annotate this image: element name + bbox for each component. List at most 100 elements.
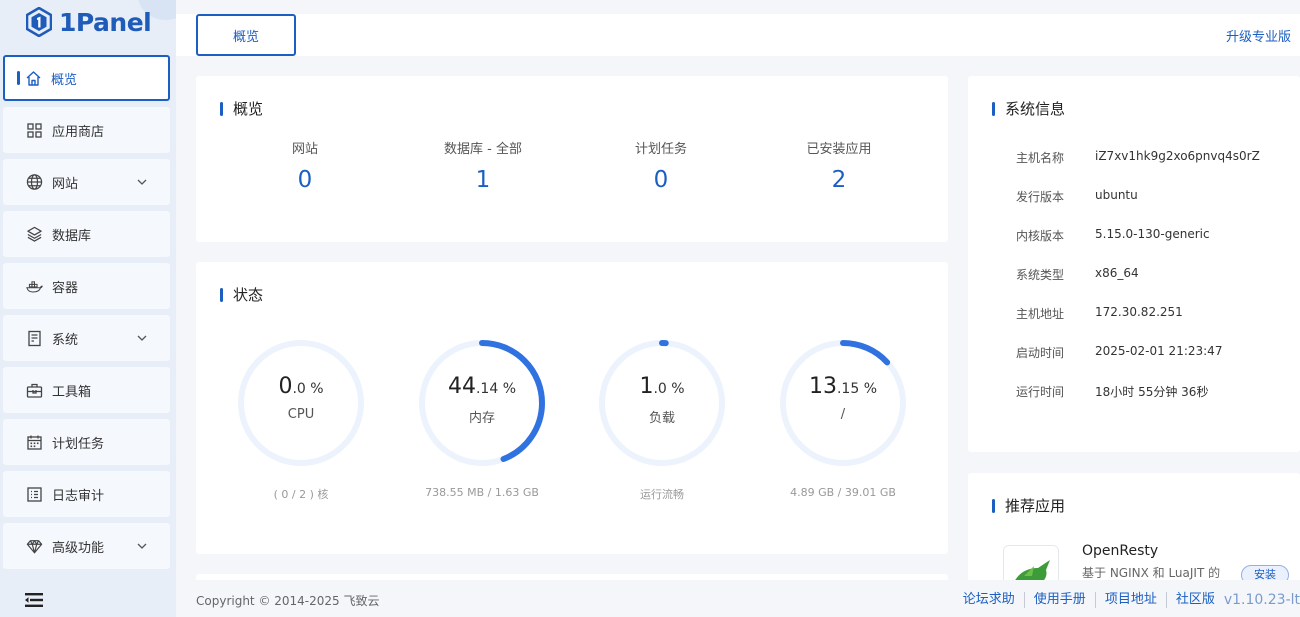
active-indicator	[17, 71, 20, 85]
recommend-title: 推荐应用	[992, 495, 1065, 516]
status-title: 状态	[220, 284, 263, 305]
docker-icon	[26, 278, 43, 295]
info-key: 发行版本	[1016, 190, 1065, 204]
stat-label: 网站	[291, 142, 318, 157]
info-row-kernel: 内核版本 5.15.0-130-generic	[1016, 227, 1210, 244]
gauge-value: 0.0 %	[278, 374, 324, 399]
sidebar-item-cron[interactable]: 计划任务	[3, 419, 170, 465]
logo-icon	[26, 7, 52, 37]
card-title-text: 系统信息	[1005, 100, 1066, 118]
footer: Copyright © 2014-2025 飞致云 论坛求助 使用手册 项目地址…	[176, 580, 1300, 617]
info-key: 主机名称	[1016, 151, 1065, 165]
sidebar-item-toolbox[interactable]: 工具箱	[3, 367, 170, 413]
sidebar-item-label: 数据库	[52, 228, 92, 244]
stat-value: 0	[297, 167, 313, 193]
info-value: x86_64	[1095, 266, 1139, 280]
info-value: 172.30.82.251	[1095, 305, 1183, 319]
card-title-text: 概览	[233, 100, 264, 118]
layers-icon	[26, 226, 43, 243]
info-value: 2025-02-01 21:23:47	[1095, 344, 1223, 358]
overview-title: 概览	[220, 98, 263, 119]
upgrade-pro-link[interactable]: 升级专业版	[1226, 26, 1291, 45]
top-bar: 概览 升级专业版	[176, 14, 1300, 56]
info-key: 运行时间	[1016, 385, 1065, 399]
gauge-name: /	[840, 407, 846, 422]
info-value: ubuntu	[1095, 188, 1138, 202]
info-row-arch: 系统类型 x86_64	[1016, 266, 1139, 283]
info-value: iZ7xv1hk9g2xo6pnvq4s0rZ	[1095, 149, 1260, 163]
sidebar-item-log-audit[interactable]: 日志审计	[3, 471, 170, 517]
stat-installed-apps[interactable]: 已安装应用 2	[759, 138, 919, 193]
forum-link[interactable]: 论坛求助	[954, 592, 1025, 608]
card-title-text: 推荐应用	[1005, 497, 1066, 515]
chevron-down-icon	[137, 335, 147, 341]
load-gauge[interactable]: 1.0 % 负载	[597, 338, 727, 468]
title-accent-bar	[992, 101, 995, 116]
memory-detail: 738.55 MB / 1.63 GB	[425, 486, 539, 499]
stat-cron-jobs[interactable]: 计划任务 0	[581, 138, 741, 193]
globe-icon	[26, 174, 43, 191]
project-link[interactable]: 项目地址	[1096, 592, 1167, 608]
toolbox-icon	[26, 382, 43, 399]
stat-value: 0	[653, 167, 669, 193]
info-row-hostname: 主机名称 iZ7xv1hk9g2xo6pnvq4s0rZ	[1016, 149, 1260, 166]
overview-card: 概览 网站 0 数据库 - 全部 1 计划任务 0 已安装应用 2	[196, 76, 948, 242]
sidebar-item-label: 高级功能	[52, 540, 105, 556]
info-value: 18小时 55分钟 36秒	[1095, 385, 1209, 399]
stat-websites[interactable]: 网站 0	[225, 138, 385, 193]
app-name: OpenResty	[1082, 543, 1159, 559]
gauge-value: 13.15 %	[808, 374, 878, 399]
calendar-icon	[26, 434, 43, 451]
memory-gauge[interactable]: 44.14 % 内存	[417, 338, 547, 468]
info-row-boot-time: 启动时间 2025-02-01 21:23:47	[1016, 344, 1222, 361]
gauge-value: 1.0 %	[639, 374, 685, 399]
status-card: 状态 0.0 % CPU ( 0 / 2 ) 核 44.14 % 内存 738.…	[196, 262, 948, 554]
info-key: 主机地址	[1016, 307, 1065, 321]
info-value: 5.15.0-130-generic	[1095, 227, 1210, 241]
stat-label: 已安装应用	[806, 142, 872, 157]
diamond-icon	[26, 538, 43, 555]
sidebar-item-overview[interactable]: 概览	[3, 55, 170, 101]
title-accent-bar	[220, 101, 223, 116]
info-key: 系统类型	[1016, 268, 1065, 282]
sidebar-item-label: 概览	[51, 72, 78, 88]
home-icon	[25, 70, 42, 87]
disk-gauge[interactable]: 13.15 % /	[778, 338, 908, 468]
sidebar-item-database[interactable]: 数据库	[3, 211, 170, 257]
grid-icon	[26, 122, 43, 139]
version-label[interactable]: v1.10.23-lt	[1224, 592, 1300, 608]
sidebar-item-advanced[interactable]: 高级功能	[3, 523, 170, 569]
title-accent-bar	[220, 287, 223, 302]
edition-link[interactable]: 社区版	[1167, 592, 1224, 608]
footer-links: 论坛求助 使用手册 项目地址 社区版 v1.10.23-lt	[954, 592, 1300, 608]
info-key: 内核版本	[1016, 229, 1065, 243]
system-info-card: 系统信息 主机名称 iZ7xv1hk9g2xo6pnvq4s0rZ 发行版本 ubu…	[968, 76, 1300, 452]
stat-databases[interactable]: 数据库 - 全部 1	[403, 138, 563, 193]
log-icon	[26, 486, 43, 503]
stat-label: 计划任务	[634, 142, 687, 157]
copyright: Copyright © 2014-2025 飞致云	[196, 594, 380, 608]
sidebar-item-label: 日志审计	[52, 488, 105, 504]
sidebar-item-app-store[interactable]: 应用商店	[3, 107, 170, 153]
stat-value: 1	[475, 167, 491, 193]
brand-logo[interactable]: 1Panel	[26, 6, 152, 38]
sidebar-item-label: 网站	[52, 176, 79, 192]
sidebar-item-system[interactable]: 系统	[3, 315, 170, 361]
brand-name: 1Panel	[59, 7, 152, 37]
sidebar-item-label: 工具箱	[52, 384, 92, 400]
chevron-down-icon	[137, 543, 147, 549]
collapse-menu-icon[interactable]	[24, 591, 44, 609]
cpu-gauge[interactable]: 0.0 % CPU	[236, 338, 366, 468]
sidebar-item-website[interactable]: 网站	[3, 159, 170, 205]
gauge-name: 内存	[468, 411, 495, 426]
gauge-name: CPU	[287, 407, 315, 422]
manual-link[interactable]: 使用手册	[1025, 592, 1096, 608]
tab-overview[interactable]: 概览	[196, 14, 296, 56]
chevron-down-icon	[137, 179, 147, 185]
info-row-address: 主机地址 172.30.82.251	[1016, 305, 1183, 322]
title-accent-bar	[992, 498, 995, 513]
load-detail: 运行流畅	[640, 488, 684, 501]
info-row-distro: 发行版本 ubuntu	[1016, 188, 1138, 205]
sidebar-item-container[interactable]: 容器	[3, 263, 170, 309]
info-row-uptime: 运行时间 18小时 55分钟 36秒	[1016, 383, 1208, 400]
